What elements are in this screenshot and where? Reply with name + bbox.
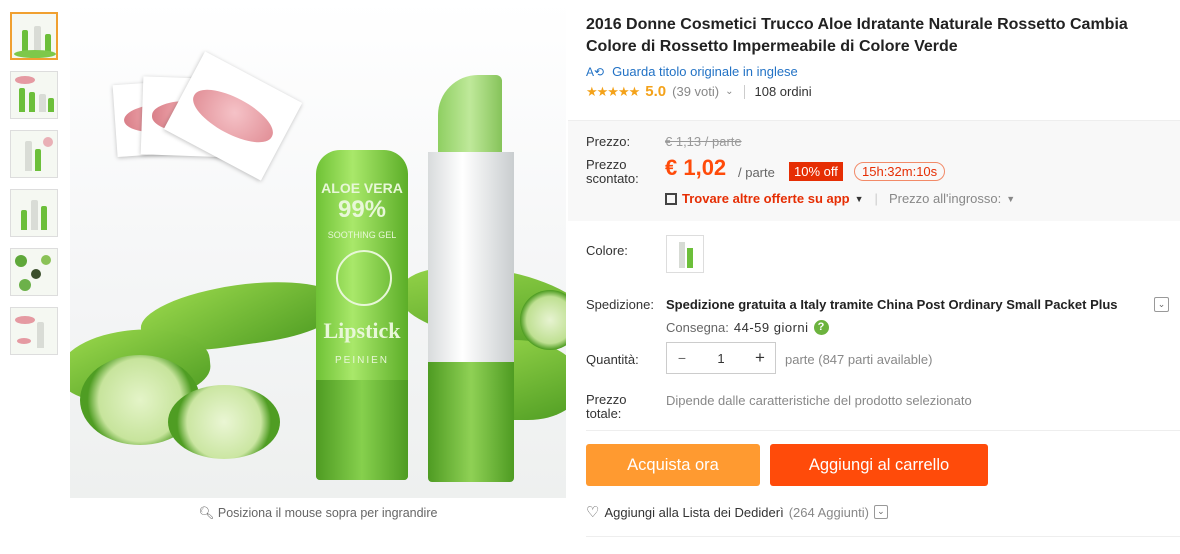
rating-row: ★★★★★ 5.0 (39 voti) ⌄ 108 ordini [586,83,1176,100]
shipping-value: Spedizione gratuita a Italy tramite Chin… [666,297,1118,312]
discount-badge: 10% off [789,162,843,181]
total-price-label-2: totale: [586,406,622,421]
old-price: € 1,13 / parte [665,134,742,149]
quantity-input[interactable]: 1 [697,351,745,366]
caret-down-icon: ▼ [1006,193,1016,204]
rating-score: 5.0 [645,83,667,100]
delivery-row: Consegna: 44-59 giorni ? [666,320,829,335]
brand-text-4: Lipstick [323,318,401,343]
delivery-label: Consegna: [666,320,729,335]
total-price-label-1: Prezzo [586,392,627,407]
current-price: € 1,02 [665,155,727,180]
discount-price-label-1: Prezzo [586,157,627,172]
app-offer-row[interactable]: Trovare altre offerte su app ▼ | Prezzo … [665,191,1015,206]
zoom-hint-text: Posiziona il mouse sopra per ingrandire [217,506,438,520]
heart-add-icon: ♡ [586,504,600,521]
original-title-link[interactable]: Guarda titolo originale in inglese [612,64,798,79]
product-info: 2016 Donne Cosmetici Trucco Aloe Idratan… [586,14,1176,100]
price-label: Prezzo: [586,134,631,149]
buy-now-button[interactable]: Acquista ora [586,444,760,486]
color-label: Colore: [586,243,628,258]
add-to-cart-button[interactable]: Aggiungi al carrello [770,444,988,486]
color-swatch[interactable] [666,235,704,273]
quantity-decrease-button[interactable]: − [667,350,697,366]
search-icon: 🔍︎ [198,506,215,520]
quantity-available: parte (847 parti available) [785,352,933,367]
thumbnail-3[interactable] [10,130,58,178]
divider [586,430,1180,431]
shipping-label: Spedizione: [586,297,654,312]
countdown-timer: 15h:32m:10s [854,162,946,181]
quantity-increase-button[interactable]: + [745,348,775,368]
quantity-label: Quantità: [586,352,639,367]
order-count: 108 ordini [754,84,812,99]
main-product-image[interactable]: ALOE VERA 99% SOOTHING GEL Lipstick PEIN… [70,0,566,498]
thumbnail-6[interactable] [10,307,58,355]
lipstick-sleeve [428,152,514,362]
brand-text-3: SOOTHING GEL [327,230,397,240]
rating-votes[interactable]: (39 voti) [672,84,719,99]
wishlist-row[interactable]: ♡ Aggiungi alla Lista dei Dediderì (264 … [586,503,888,521]
wholesale-link[interactable]: Prezzo all'ingrosso: [889,191,1001,206]
chevron-down-icon[interactable]: ⌄ [873,505,888,519]
price-box: Prezzo: € 1,13 / parte Prezzo scontato: … [568,120,1180,221]
wishlist-link[interactable]: Aggiungi alla Lista dei Dediderì [604,505,783,520]
lipstick-tube: ALOE VERA 99% SOOTHING GEL Lipstick PEIN… [316,150,408,480]
delivery-value: 44-59 giorni [733,320,809,335]
zoom-hint: 🔍︎ Posiziona il mouse sopra per ingrandi… [70,506,566,521]
thumbnail-strip [10,12,60,366]
divider [743,84,745,99]
lipstick-bullet [438,75,502,155]
lipstick-base [428,362,514,482]
star-rating-icon: ★★★★★ [586,83,640,99]
app-offer-link[interactable]: Trovare altre offerte su app [682,191,850,206]
thumbnail-4[interactable] [10,189,58,237]
thumbnail-2[interactable] [10,71,58,119]
product-title: 2016 Donne Cosmetici Trucco Aloe Idratan… [586,16,1128,55]
brand-text-2: 99% [337,196,387,223]
help-icon[interactable]: ? [813,320,829,335]
shipping-dropdown[interactable]: ⌄ [1154,297,1169,312]
quantity-stepper: − 1 + [666,342,776,374]
thumbnail-5[interactable] [10,248,58,296]
brand-text-1: ALOE VERA [321,180,403,196]
chevron-down-icon[interactable]: ⌄ [725,86,733,97]
translate-icon: A⟲ [586,64,605,79]
wishlist-count: (264 Aggiunti) [788,504,869,520]
qr-code-icon [665,192,677,205]
original-title-row[interactable]: A⟲ Guarda titolo originale in inglese [586,64,1176,79]
brand-text-5: PEINIEN [334,355,389,366]
price-unit: / parte [738,165,775,180]
aloe-emblem-icon [336,250,392,306]
caret-down-icon: ▼ [854,193,864,204]
divider [586,536,1180,537]
discount-price-label-2: scontato: [586,171,639,186]
total-price-value: Dipende dalle caratteristiche del prodot… [666,393,972,408]
thumbnail-1[interactable] [10,12,58,60]
